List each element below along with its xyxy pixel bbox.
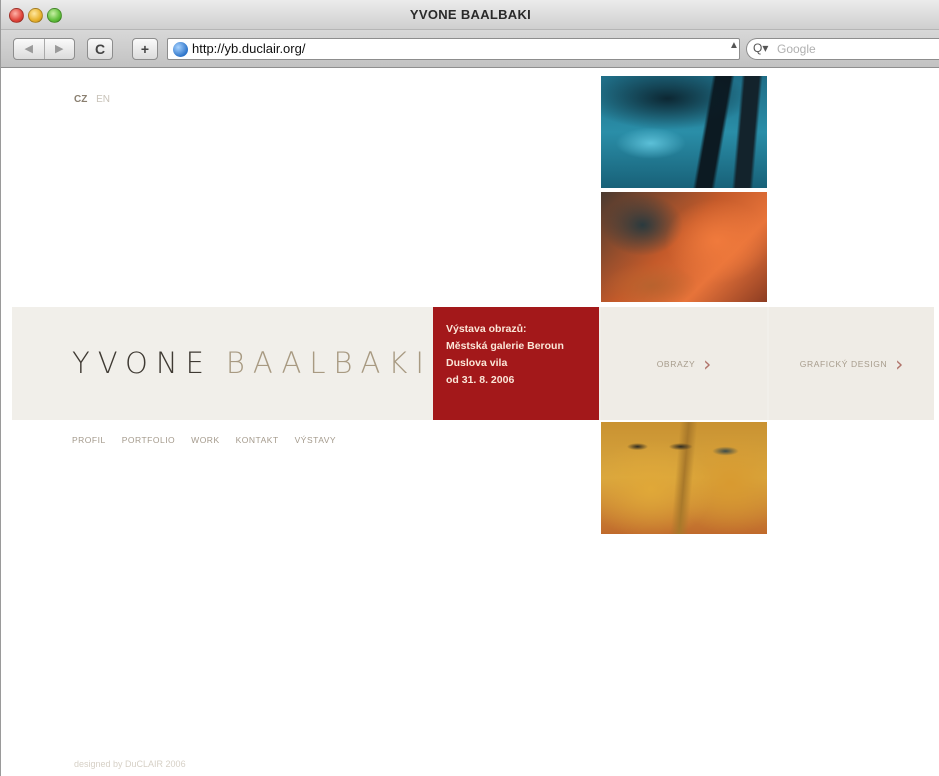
obrazy-link[interactable]: OBRAZY › — [601, 307, 767, 420]
lang-cz-link[interactable]: CZ — [74, 94, 87, 105]
nav-item-profil[interactable]: PROFIL — [72, 435, 106, 445]
logo-first-name: YVONE — [72, 346, 212, 380]
add-bookmark-button[interactable]: + — [132, 38, 158, 60]
back-forward-buttons: ◀ ▶ — [13, 38, 75, 60]
graficky-design-label: GRAFICKÝ DESIGN — [799, 358, 888, 369]
footer-credit[interactable]: designed by DuCLAIR 2006 — [74, 759, 186, 769]
promo-line: Duslova vila — [446, 357, 508, 369]
reload-button[interactable]: C — [87, 38, 113, 60]
painting-blue-icon[interactable] — [601, 76, 767, 188]
painting-yellow-faces-icon[interactable] — [601, 422, 767, 534]
address-bar[interactable]: http://yb.duclair.org/ — [167, 38, 740, 60]
obrazy-label: OBRAZY — [656, 358, 696, 369]
forward-button[interactable]: ▶ — [45, 39, 75, 59]
lang-en-link[interactable]: EN — [96, 94, 110, 105]
nav-item-portfolio[interactable]: PORTFOLIO — [122, 435, 175, 445]
promo-line: Výstava obrazů: — [446, 323, 527, 335]
main-nav: PROFIL PORTFOLIO WORK KONTAKT VÝSTAVY — [72, 435, 336, 445]
browser-window: YVONE BAALBAKI ◀ ▶ C + http://yb.duclair… — [0, 0, 939, 776]
web-page: CZ EN YVONE BAALBAKI Výstava obrazů: Měst… — [2, 69, 939, 776]
painting-red-icon[interactable] — [601, 192, 767, 302]
language-switcher: CZ EN — [74, 94, 110, 105]
chevron-right-icon: › — [703, 351, 712, 376]
promo-line: Městská galerie Beroun — [446, 340, 564, 352]
nav-item-kontakt[interactable]: KONTAKT — [236, 435, 279, 445]
globe-icon — [173, 42, 188, 57]
back-button[interactable]: ◀ — [14, 39, 45, 59]
browser-toolbar: ◀ ▶ C + http://yb.duclair.org/ ▲ Q▾ Goog… — [1, 30, 939, 68]
graficky-design-link[interactable]: GRAFICKÝ DESIGN › — [769, 307, 934, 420]
search-field[interactable]: Q▾ Google — [746, 38, 939, 60]
search-placeholder: Google — [777, 42, 816, 56]
window-title: YVONE BAALBAKI — [409, 7, 532, 22]
url-history-chevron-icon[interactable]: ▲ — [729, 40, 739, 51]
title-bar: YVONE BAALBAKI — [1, 0, 939, 30]
url-text: http://yb.duclair.org/ — [192, 41, 306, 56]
nav-item-vystavy[interactable]: VÝSTAVY — [295, 435, 336, 445]
chevron-right-icon: › — [895, 351, 904, 376]
search-icon[interactable]: Q▾ — [753, 41, 768, 55]
exhibition-promo[interactable]: Výstava obrazů: Městská galerie Beroun D… — [433, 307, 599, 420]
site-logo[interactable]: YVONE BAALBAKI — [72, 346, 432, 380]
promo-line: od 31. 8. 2006 — [446, 374, 515, 386]
logo-last-name: BAALBAKI — [225, 346, 432, 380]
nav-item-work[interactable]: WORK — [191, 435, 219, 445]
